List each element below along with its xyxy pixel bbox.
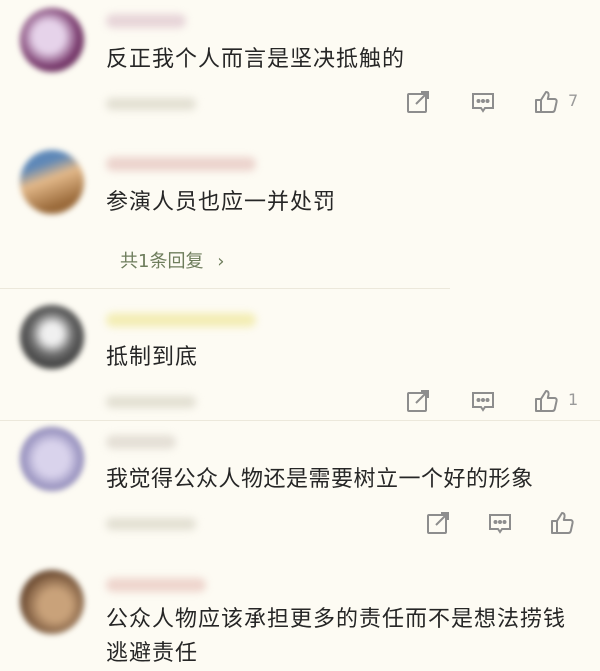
username[interactable] — [106, 14, 186, 28]
avatar[interactable] — [20, 305, 84, 369]
comment-icon[interactable] — [487, 510, 513, 536]
comment-actions: 7 — [405, 89, 595, 117]
username[interactable] — [106, 157, 256, 171]
comment-text: 反正我个人而言是坚决抵触的 — [106, 47, 406, 72]
replies-label: 共1条回复 — [120, 251, 204, 272]
username[interactable] — [106, 313, 256, 327]
avatar[interactable] — [20, 570, 84, 634]
like-count: 7 — [568, 91, 579, 110]
comment-icon[interactable] — [470, 89, 496, 115]
share-icon[interactable] — [425, 510, 451, 536]
divider — [0, 420, 600, 421]
avatar[interactable] — [20, 427, 84, 491]
thumbs-up-icon[interactable] — [549, 510, 575, 536]
avatar[interactable] — [20, 150, 84, 214]
like-count: 1 — [568, 390, 579, 409]
share-icon[interactable] — [405, 89, 431, 115]
comment-time — [106, 518, 196, 530]
comment-actions: 1 — [405, 388, 595, 416]
comment-text: 公众人物应该承担更多的责任而不是想法捞钱逃避责任 — [106, 607, 567, 666]
comment-actions — [425, 510, 595, 538]
comment-text: 抵制到底 — [106, 345, 199, 370]
share-icon[interactable] — [405, 388, 431, 414]
avatar[interactable] — [20, 8, 84, 72]
chevron-right-icon: › — [217, 251, 225, 272]
username[interactable] — [106, 435, 176, 449]
view-replies-link[interactable]: 共1条回复 › — [120, 247, 224, 273]
comment-time — [106, 98, 196, 110]
comment-icon[interactable] — [470, 388, 496, 414]
comment-text: 参演人员也应一并处罚 — [106, 190, 337, 215]
comment-text: 我觉得公众人物还是需要树立一个好的形象 — [106, 467, 534, 492]
comment-time — [106, 396, 196, 408]
thumbs-up-icon[interactable] — [533, 388, 559, 414]
divider — [0, 288, 450, 289]
username[interactable] — [106, 578, 206, 592]
thumbs-up-icon[interactable] — [533, 89, 559, 115]
